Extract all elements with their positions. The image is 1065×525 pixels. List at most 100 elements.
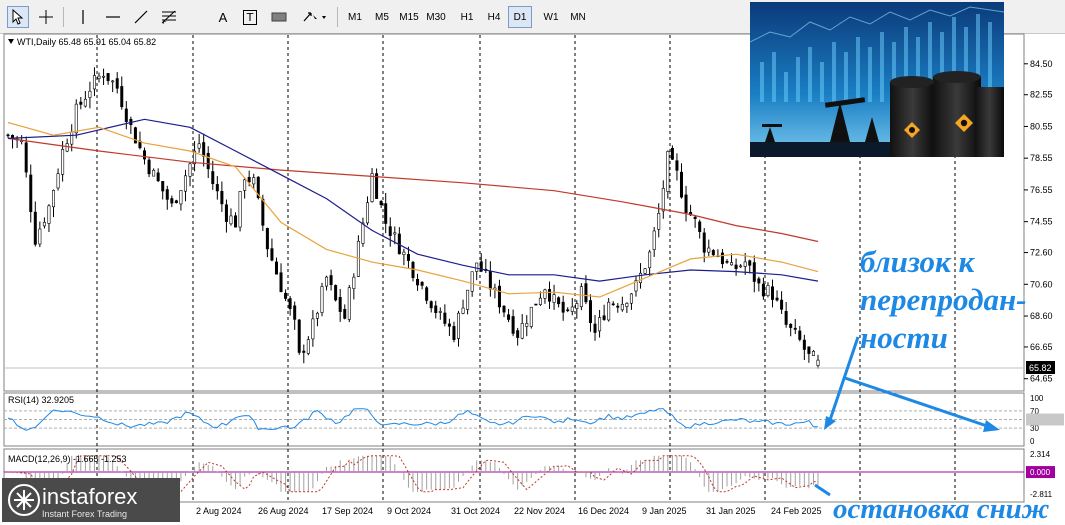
rsi-current-box [1026, 413, 1064, 426]
candle-body [525, 323, 529, 327]
candle-body [143, 150, 147, 160]
logo-name: instaforex [42, 484, 138, 509]
candle-body [475, 262, 479, 272]
candle-body [179, 190, 183, 205]
candle-body [384, 203, 388, 224]
candle-body [416, 278, 420, 286]
candle-body [443, 312, 447, 324]
annotation-stop-decline: остановка сниж [833, 493, 1050, 525]
candle-body [502, 305, 506, 313]
candle-body [115, 78, 119, 89]
candle-body [461, 307, 465, 314]
candle-body [570, 306, 574, 312]
candle-body [411, 261, 415, 279]
candle-body [643, 268, 647, 274]
candle-body [402, 251, 406, 255]
candle-body [361, 222, 365, 244]
candle-body [748, 260, 752, 266]
candle-body [347, 287, 351, 320]
candle-body [293, 305, 297, 320]
candle-body [297, 319, 301, 353]
candle-body [739, 265, 743, 268]
candle-body [302, 350, 306, 353]
candle-body [197, 143, 201, 149]
candle-body [329, 275, 333, 285]
candle-body [393, 232, 397, 235]
candle-body [183, 175, 187, 192]
date-tick-label: 31 Jan 2025 [706, 506, 756, 516]
candle-body [543, 289, 547, 299]
candle-body [470, 271, 474, 292]
candle-body [406, 254, 410, 261]
candle-body [552, 294, 556, 303]
annotation-line-1: близок к [860, 244, 975, 279]
candle-body [315, 312, 319, 319]
candle-body [47, 205, 51, 224]
candle-body [202, 142, 206, 157]
candle-body [616, 305, 620, 308]
candle-body [106, 73, 110, 82]
candle-body [188, 163, 192, 177]
date-tick-label: 16 Dec 2024 [578, 506, 629, 516]
candle-body [220, 190, 224, 205]
price-tick-label: 64.65 [1030, 374, 1053, 384]
candle-body [639, 272, 643, 284]
annotation-line-2: перепродан- [860, 282, 1027, 317]
candle-body [261, 198, 265, 226]
candle-body [229, 215, 233, 225]
candle-body [420, 281, 424, 286]
candle-body [725, 261, 729, 263]
candle-body [124, 108, 128, 122]
candle-body [65, 143, 69, 152]
candle-body [238, 191, 242, 228]
candle-body [42, 222, 46, 227]
candle-body [684, 194, 688, 213]
candle-body [270, 248, 274, 261]
candle-body [161, 181, 165, 192]
candle-body [211, 171, 215, 185]
price-tick-label: 82.55 [1030, 90, 1053, 100]
candle-body [52, 190, 56, 208]
candle-body [557, 297, 561, 305]
price-tick-label: 70.60 [1030, 279, 1053, 289]
price-tick-label: 68.60 [1030, 311, 1053, 321]
candle-body [379, 200, 383, 205]
annotation-oversold: близок к перепродан- ности [860, 243, 1027, 357]
logo-tagline: Instant Forex Trading [42, 509, 128, 519]
candle-body [561, 301, 565, 313]
candle-body [29, 174, 33, 213]
candle-body [274, 261, 278, 275]
candle-body [147, 159, 151, 175]
rsi-tick-label: 100 [1030, 394, 1044, 403]
instaforex-logo: instaforex Instant Forex Trading [2, 478, 180, 522]
candle-body [534, 303, 538, 306]
date-tick-label: 24 Feb 2025 [771, 506, 822, 516]
candle-body [620, 303, 624, 311]
date-tick-label: 2 Aug 2024 [196, 506, 242, 516]
candle-body [584, 283, 588, 303]
candle-body [38, 228, 42, 245]
candle-body [388, 226, 392, 236]
candle-body [466, 289, 470, 310]
candle-body [675, 160, 679, 171]
price-tick-label: 72.60 [1030, 248, 1053, 258]
candle-body [789, 323, 793, 328]
candle-body [602, 315, 606, 320]
candle-body [598, 317, 602, 332]
candle-body [306, 339, 310, 354]
candle-body [529, 306, 533, 327]
candle-body [438, 311, 442, 313]
candle-body [224, 204, 228, 222]
candle-body [234, 215, 238, 228]
candle-body [798, 330, 802, 340]
candle-body [548, 289, 552, 302]
oil-illustration [750, 2, 1004, 157]
candle-body [629, 293, 633, 304]
candle-body [575, 303, 579, 309]
candle-body [284, 292, 288, 299]
instaforex-logo-icon [8, 484, 40, 516]
price-tick-label: 76.55 [1030, 185, 1053, 195]
candle-body [215, 184, 219, 192]
price-tick-label: 74.55 [1030, 217, 1053, 227]
candle-body [56, 173, 60, 189]
